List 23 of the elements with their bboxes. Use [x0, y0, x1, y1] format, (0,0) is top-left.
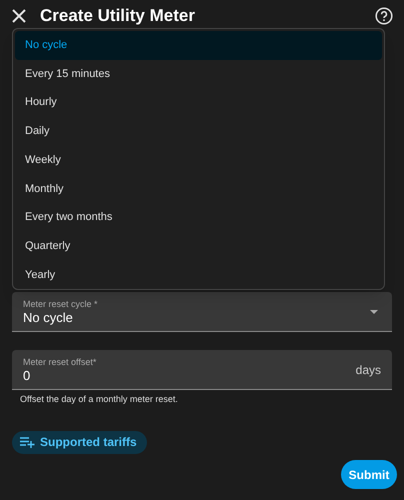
- menu-item[interactable]: Every 15 minutes: [15, 60, 382, 88]
- menu-item[interactable]: Daily: [15, 117, 382, 146]
- field-label: Meter reset offset*: [23, 356, 96, 368]
- field-value: No cycle: [23, 310, 74, 326]
- supported-tariffs-button[interactable]: Supported tariffs: [12, 430, 147, 454]
- helper-text: Offset the day of a monthly meter reset.: [20, 393, 179, 406]
- menu-item[interactable]: Weekly: [15, 146, 382, 174]
- menu-item[interactable]: Every two months: [15, 203, 382, 232]
- unit-suffix: days: [356, 362, 381, 378]
- menu-item[interactable]: Quarterly: [15, 232, 382, 260]
- menu-item[interactable]: Yearly: [15, 260, 382, 290]
- field-value: 0: [23, 368, 32, 384]
- field-label: Meter reset cycle *: [23, 298, 98, 310]
- close-icon[interactable]: [12, 9, 26, 23]
- help-icon[interactable]: [375, 7, 393, 25]
- menu-item[interactable]: Monthly: [15, 174, 382, 204]
- menu-item[interactable]: No cycle: [15, 31, 382, 60]
- dialog-title: Create Utility Meter: [40, 5, 195, 28]
- input-field[interactable]: Meter reset offset* 0 days: [12, 350, 392, 390]
- playlist-add-icon: [20, 436, 35, 448]
- dropdown-arrow-icon: [370, 310, 378, 314]
- select-field[interactable]: Meter reset cycle * No cycle: [12, 292, 392, 332]
- menu-item[interactable]: Hourly: [15, 88, 382, 118]
